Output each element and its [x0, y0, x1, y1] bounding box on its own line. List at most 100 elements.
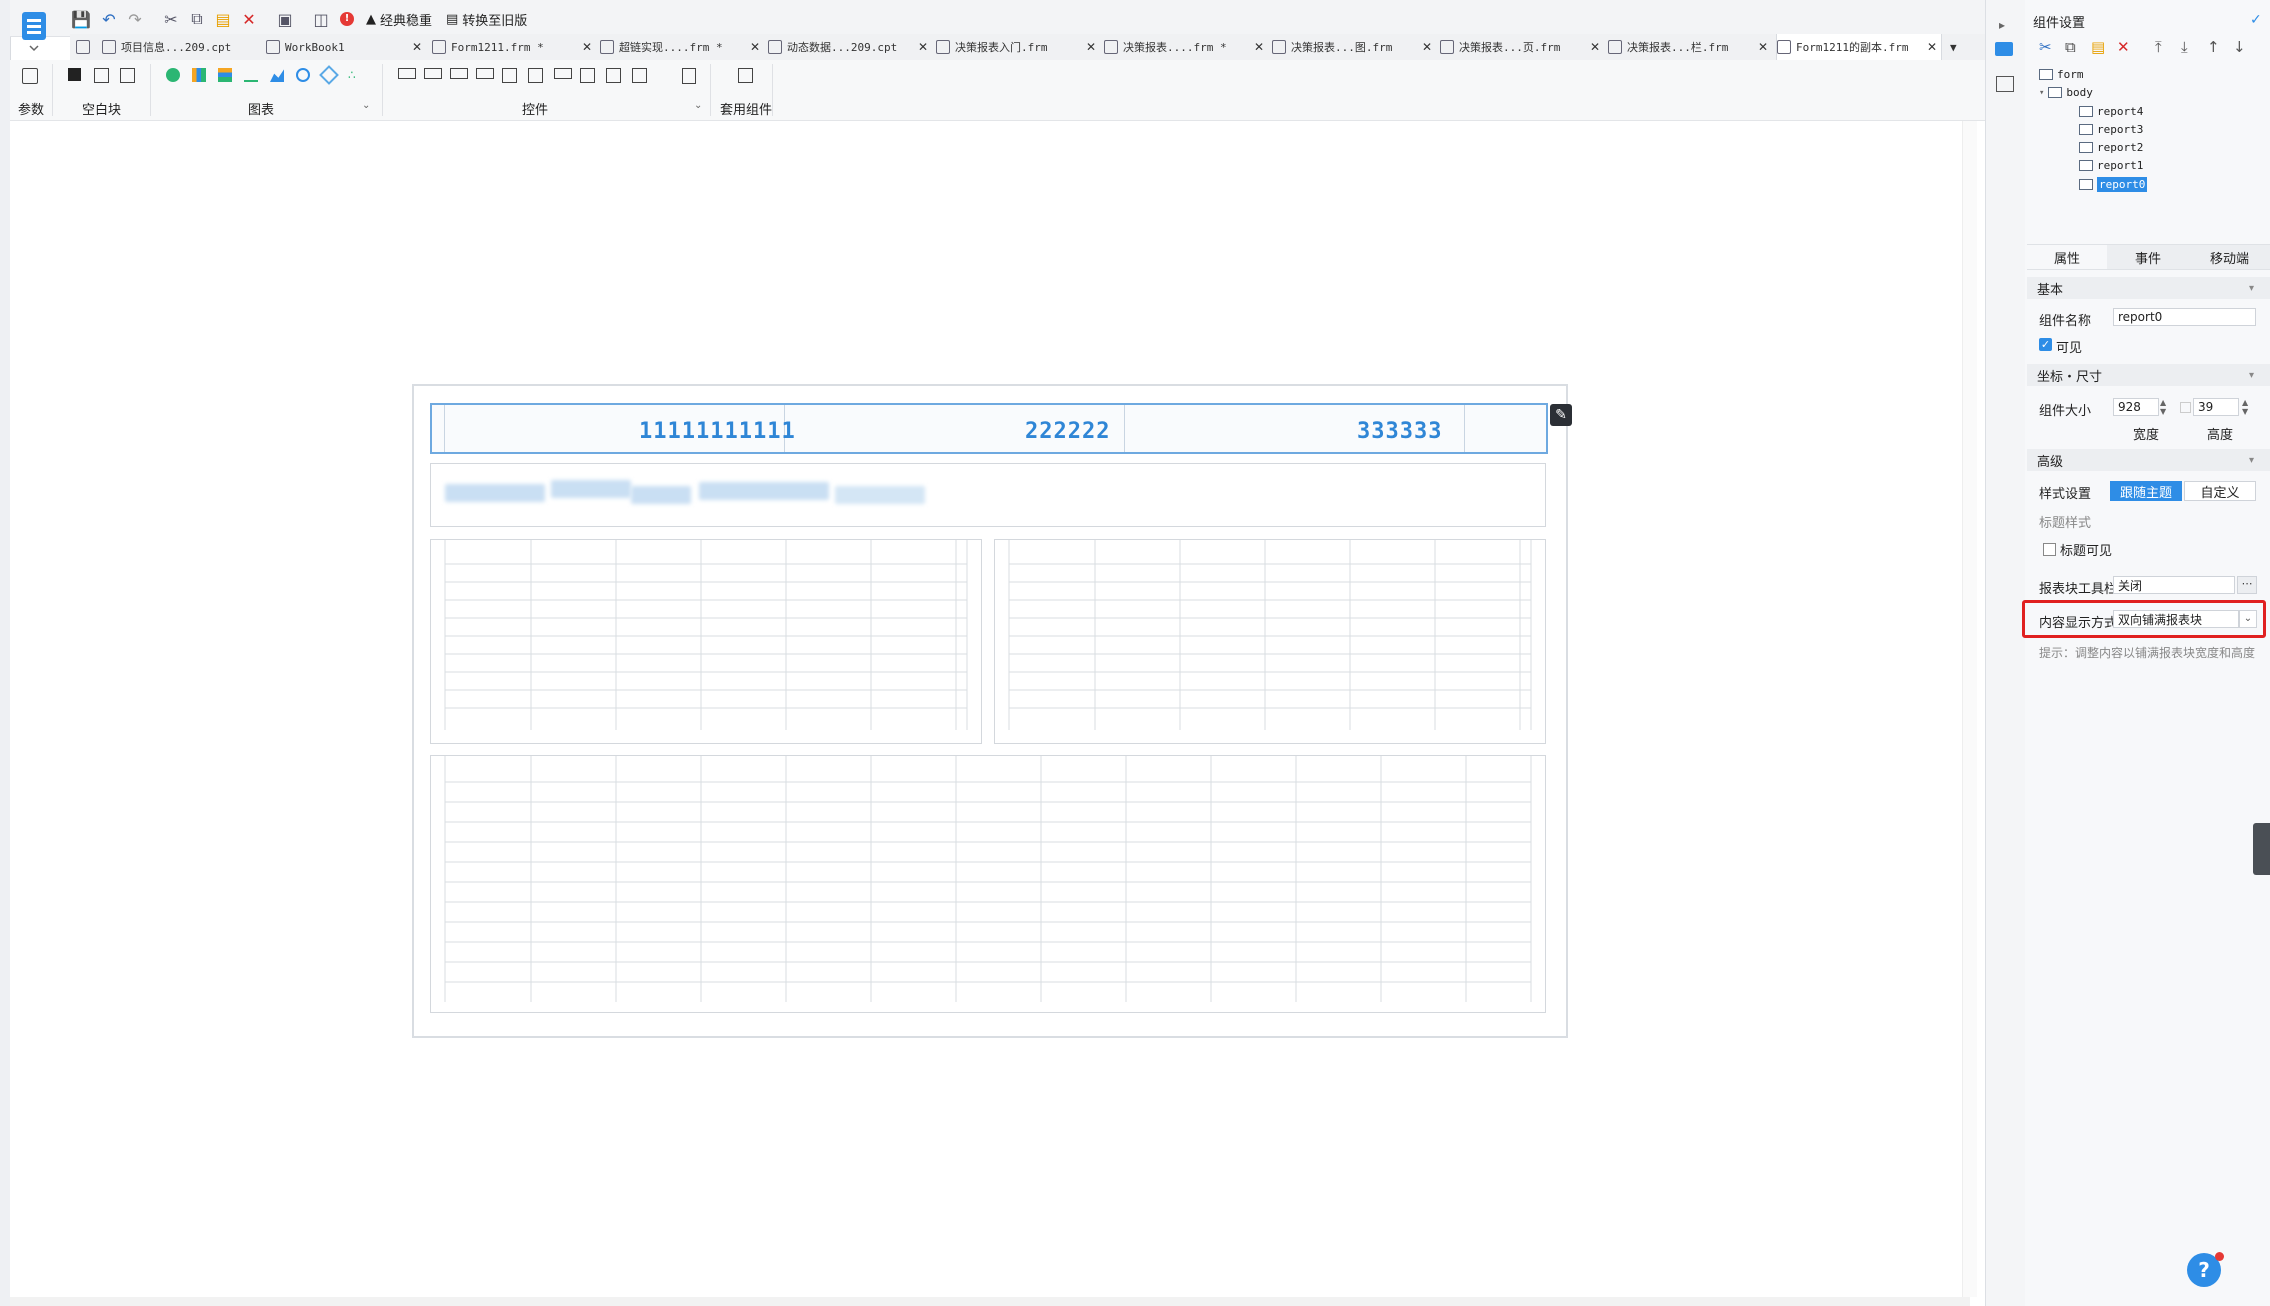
lock-ratio-icon[interactable] [2180, 402, 2191, 413]
chart-expand-icon[interactable]: ⌄ [362, 100, 370, 111]
report0-block[interactable]: 11111111111 222222 333333 [430, 403, 1548, 454]
tab-document[interactable]: 项目信息...209.cpt [102, 34, 262, 60]
report2-block[interactable] [430, 539, 982, 744]
line-chart-icon[interactable] [244, 68, 258, 82]
tab-document[interactable]: 决策报表入门.frm ✕ [936, 34, 1100, 60]
paste-icon[interactable]: ▤ [2091, 38, 2105, 56]
close-icon[interactable]: ✕ [1758, 40, 1768, 54]
template-component-icon[interactable] [738, 68, 753, 83]
toolbar-setting-input[interactable]: 关闭 [2113, 576, 2235, 594]
widget-library-icon[interactable] [1996, 76, 2014, 92]
tree-node-report[interactable]: report1 [2079, 159, 2143, 172]
style-custom-button[interactable]: 自定义 [2184, 481, 2256, 501]
tab-properties[interactable]: 属性 [2027, 245, 2107, 269]
tree-node-report[interactable]: report4 [2079, 105, 2143, 118]
close-icon[interactable]: ✕ [1422, 40, 1432, 54]
component-name-input[interactable]: report0 [2113, 308, 2256, 326]
move-down-icon[interactable]: ↓ [2233, 38, 2246, 56]
tab-events[interactable]: 事件 [2107, 245, 2189, 269]
expand-chevron-icon[interactable]: ▾ [2039, 88, 2044, 98]
report1-block[interactable] [430, 463, 1546, 527]
classic-theme-button[interactable]: ▲ 经典稳重 [366, 8, 432, 30]
close-icon[interactable]: ✕ [1590, 40, 1600, 54]
format-icon[interactable]: ▣ [274, 8, 296, 30]
close-icon[interactable]: ✕ [750, 40, 760, 54]
cut-icon[interactable]: ✂ [160, 8, 182, 30]
cut-icon[interactable]: ✂ [2039, 38, 2052, 56]
save-icon[interactable]: 💾 [70, 8, 92, 30]
tree-widget-icon[interactable] [632, 68, 647, 83]
tab-document[interactable]: 决策报表...页.frm ✕ [1440, 34, 1604, 60]
tree-node-form[interactable]: form [2039, 68, 2084, 81]
close-icon[interactable]: ✕ [582, 40, 592, 54]
app-menu-icon[interactable] [16, 8, 56, 52]
move-up-icon[interactable]: ↑ [2207, 38, 2220, 56]
area-chart-icon[interactable] [270, 69, 284, 82]
copy-icon[interactable]: ⧉ [186, 8, 208, 30]
tree-node-report-selected[interactable]: report0 [2079, 177, 2148, 192]
number-widget-icon[interactable] [450, 68, 468, 79]
combo-check-widget-icon[interactable] [528, 68, 543, 83]
paste-icon[interactable]: ▤ [212, 8, 234, 30]
tab-list-icon[interactable] [76, 34, 100, 60]
tab-document[interactable]: 决策报表....frm * ✕ [1104, 34, 1268, 60]
collapse-arrow-icon[interactable]: ▸ [1999, 18, 2005, 32]
button-widget-icon[interactable] [398, 68, 416, 79]
pie-chart-icon[interactable] [166, 68, 180, 82]
close-icon[interactable]: ✕ [1927, 40, 1937, 54]
section-basic[interactable]: 基本 ▾ [2027, 277, 2270, 299]
title-visible-checkbox[interactable] [2043, 543, 2056, 556]
height-stepper-icon[interactable]: ▲ ▼ [2242, 398, 2248, 416]
tab-overflow-icon[interactable]: ▼ [1950, 34, 1974, 60]
edit-icon[interactable]: ✎ [1550, 404, 1572, 426]
vertical-scrollbar[interactable] [1962, 121, 1977, 1297]
side-handle[interactable] [2253, 823, 2270, 875]
tree-node-body[interactable]: ▾ body [2039, 86, 2093, 99]
close-icon[interactable]: ✕ [412, 40, 422, 54]
absolute-block-icon[interactable] [120, 68, 135, 83]
radio-group-icon[interactable] [554, 68, 572, 79]
scatter-chart-icon[interactable]: ∴ [348, 68, 366, 84]
text-widget-icon[interactable] [424, 68, 442, 79]
tab-document[interactable]: 动态数据...209.cpt ✕ [768, 34, 932, 60]
undo-icon[interactable]: ↶ [98, 8, 120, 30]
query-button-icon[interactable] [682, 68, 696, 84]
close-icon[interactable]: ✕ [1254, 40, 1264, 54]
list-widget-icon[interactable] [606, 68, 621, 83]
widget-expand-icon[interactable]: ⌄ [694, 100, 702, 111]
tab-document[interactable]: 决策报表...栏.frm ✕ [1608, 34, 1772, 60]
radar-chart-icon[interactable] [319, 65, 339, 85]
tab-document[interactable]: Form1211.frm * ✕ [432, 34, 596, 60]
section-advanced[interactable]: 高级 ▾ [2027, 449, 2270, 471]
report3-block[interactable] [994, 539, 1546, 744]
height-input[interactable]: 39 [2193, 398, 2239, 416]
tree-node-report[interactable]: report3 [2079, 123, 2143, 136]
redo-icon[interactable]: ↷ [124, 8, 146, 30]
combo-widget-icon[interactable] [476, 68, 494, 79]
tab-block-icon[interactable] [94, 68, 109, 83]
blank-block-icon[interactable] [68, 68, 81, 81]
tab-document[interactable]: 决策报表...图.frm ✕ [1272, 34, 1436, 60]
more-options-icon[interactable]: ⋯ [2237, 576, 2257, 594]
visible-checkbox[interactable]: ✓ [2039, 338, 2052, 351]
tab-mobile[interactable]: 移动端 [2189, 245, 2270, 269]
gauge-chart-icon[interactable] [296, 68, 310, 82]
width-input[interactable]: 928 [2113, 398, 2159, 416]
tab-document[interactable]: 超链实现....frm * ✕ [600, 34, 764, 60]
report4-block[interactable] [430, 755, 1546, 1013]
style-follow-theme-button[interactable]: 跟随主题 [2110, 481, 2182, 501]
confirm-check-icon[interactable]: ✓ [2250, 12, 2262, 28]
horizontal-scrollbar[interactable] [10, 1297, 1970, 1306]
move-bottom-icon[interactable]: ⤓ [2181, 38, 2188, 56]
alert-icon[interactable]: ! [336, 8, 358, 30]
delete-icon[interactable]: ✕ [238, 8, 260, 30]
tab-document-active[interactable]: Form1211的副本.frm ✕ [1776, 34, 1942, 60]
convert-old-button[interactable]: ▤ 转换至旧版 [446, 8, 527, 30]
component-settings-icon[interactable] [1995, 42, 2013, 56]
preview-icon[interactable]: ◫ [310, 8, 332, 30]
close-icon[interactable]: ✕ [1086, 40, 1096, 54]
date-widget-icon[interactable] [502, 68, 517, 83]
parameter-icon[interactable] [22, 68, 38, 84]
width-stepper-icon[interactable]: ▲ ▼ [2160, 398, 2166, 416]
copy-icon[interactable]: ⧉ [2065, 38, 2076, 56]
